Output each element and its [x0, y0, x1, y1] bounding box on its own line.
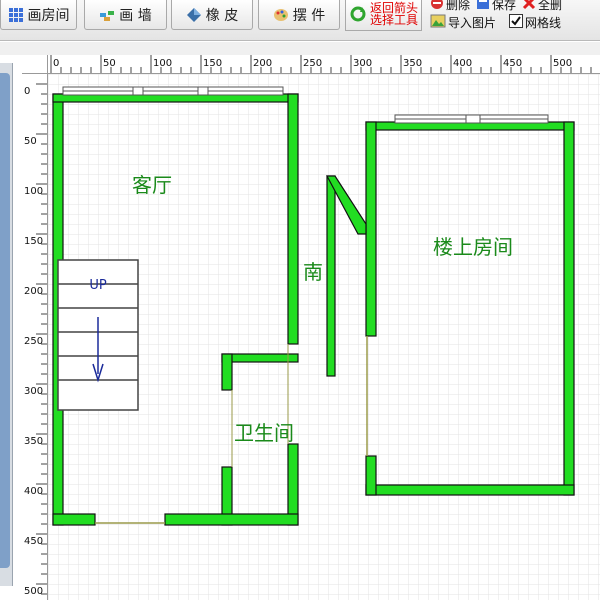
ruler-top: 050100150200250300350400450500550 [47, 55, 600, 74]
grid-lines-label: 网格线 [525, 16, 562, 30]
ruler-left-label: 350 [24, 436, 43, 447]
palette-icon [273, 7, 289, 23]
clear-all-label: 全删 [538, 0, 563, 12]
ruler-top-label: 150 [203, 58, 222, 69]
eraser-label: 橡 皮 [205, 7, 239, 24]
eraser-button[interactable]: 橡 皮 [171, 0, 253, 30]
draw-wall-button[interactable]: 画 墙 [84, 0, 167, 30]
ruler-left-label: 500 [24, 586, 43, 597]
wall-bathroom-left-upper[interactable] [221, 353, 233, 391]
wall-right-upper[interactable] [287, 93, 299, 345]
room-label-upstairs: 楼上房间 [433, 235, 513, 259]
wall-right-upstairs[interactable] [563, 121, 575, 496]
wall-left-upstairs-lower[interactable] [365, 455, 377, 496]
draw-room-label: 画房间 [27, 7, 70, 24]
clear-all-button[interactable]: 全删 [522, 0, 562, 13]
delete-icon [430, 0, 444, 13]
select-tool-line2: 选择工具 [370, 13, 419, 27]
save-button[interactable]: 保存 [476, 0, 516, 13]
ruler-left-label: 50 [24, 136, 37, 147]
window-top-left[interactable] [62, 86, 284, 96]
import-image-label: 导入图片 [448, 16, 497, 30]
wall-bottom-left[interactable] [52, 513, 96, 526]
wall-partition[interactable] [326, 175, 336, 377]
draw-wall-label: 画 墙 [119, 7, 152, 24]
toolbar: 画房间 画 墙 橡 皮 摆 件 返回箭头 选择工具 删除 保存 全删 导入图片 … [0, 0, 600, 41]
ruler-top-label: 300 [353, 58, 372, 69]
ruler-corner [22, 55, 48, 74]
eraser-icon [186, 7, 202, 23]
toolbar-spacer [0, 42, 600, 55]
wall-right-lower[interactable] [287, 443, 299, 526]
direction-label-south: 南 [303, 260, 323, 284]
ruler-left-label: 150 [24, 236, 43, 247]
ruler-top-label: 350 [403, 58, 422, 69]
red-x-icon [522, 0, 536, 13]
draw-room-button[interactable]: 画房间 [0, 0, 77, 30]
ruler-top-label: 200 [253, 58, 272, 69]
decor-button[interactable]: 摆 件 [258, 0, 340, 30]
side-panel-edge[interactable] [0, 63, 13, 586]
wall-bottom-right[interactable] [164, 513, 299, 526]
wall-left-upstairs-upper[interactable] [365, 121, 377, 337]
decor-label: 摆 件 [292, 7, 326, 24]
wall-bottom-upstairs[interactable] [365, 484, 575, 496]
wall-icon [99, 7, 115, 23]
ruler-top-label: 100 [153, 58, 172, 69]
ruler-top-label: 450 [503, 58, 522, 69]
ruler-top-label: 500 [553, 58, 572, 69]
ruler-left-label: 200 [24, 286, 43, 297]
ruler-top-label: 50 [103, 58, 116, 69]
delete-button[interactable]: 删除 [430, 0, 470, 13]
stairs-up-label: UP [89, 278, 107, 293]
image-icon [430, 14, 446, 31]
ruler-top-label: 250 [303, 58, 322, 69]
ruler-left-label: 400 [24, 486, 43, 497]
ruler-left-label: 450 [24, 536, 43, 547]
grid-lines-toggle[interactable]: 网格线 [509, 14, 561, 31]
grid-lines-checkbox[interactable] [509, 14, 523, 31]
ruler-left-label: 250 [24, 336, 43, 347]
ruler-top-label: 400 [453, 58, 472, 69]
delete-label: 删除 [446, 0, 471, 12]
save-label: 保存 [492, 0, 517, 12]
window-top-upstairs[interactable] [394, 114, 549, 124]
refresh-icon [350, 6, 366, 26]
ruler-top-label: 0 [53, 58, 59, 69]
wall-bathroom-top[interactable] [221, 353, 299, 363]
drawing-canvas[interactable]: 客厅 卫生间 楼上房间 UP 南 [48, 74, 600, 600]
save-icon [476, 0, 490, 13]
grid-icon [8, 7, 24, 23]
ruler-left: 0 50 100 150 200 250 300 350 400 450 500 [22, 73, 48, 600]
room-label-living: 客厅 [132, 173, 172, 197]
ruler-left-label: 300 [24, 386, 43, 397]
ruler-left-label: 0 [24, 86, 30, 97]
select-tool-button[interactable]: 返回箭头 选择工具 [345, 0, 422, 31]
room-label-bathroom: 卫生间 [234, 421, 294, 445]
ruler-left-label: 100 [24, 186, 43, 197]
import-image-button[interactable]: 导入图片 [430, 14, 496, 31]
